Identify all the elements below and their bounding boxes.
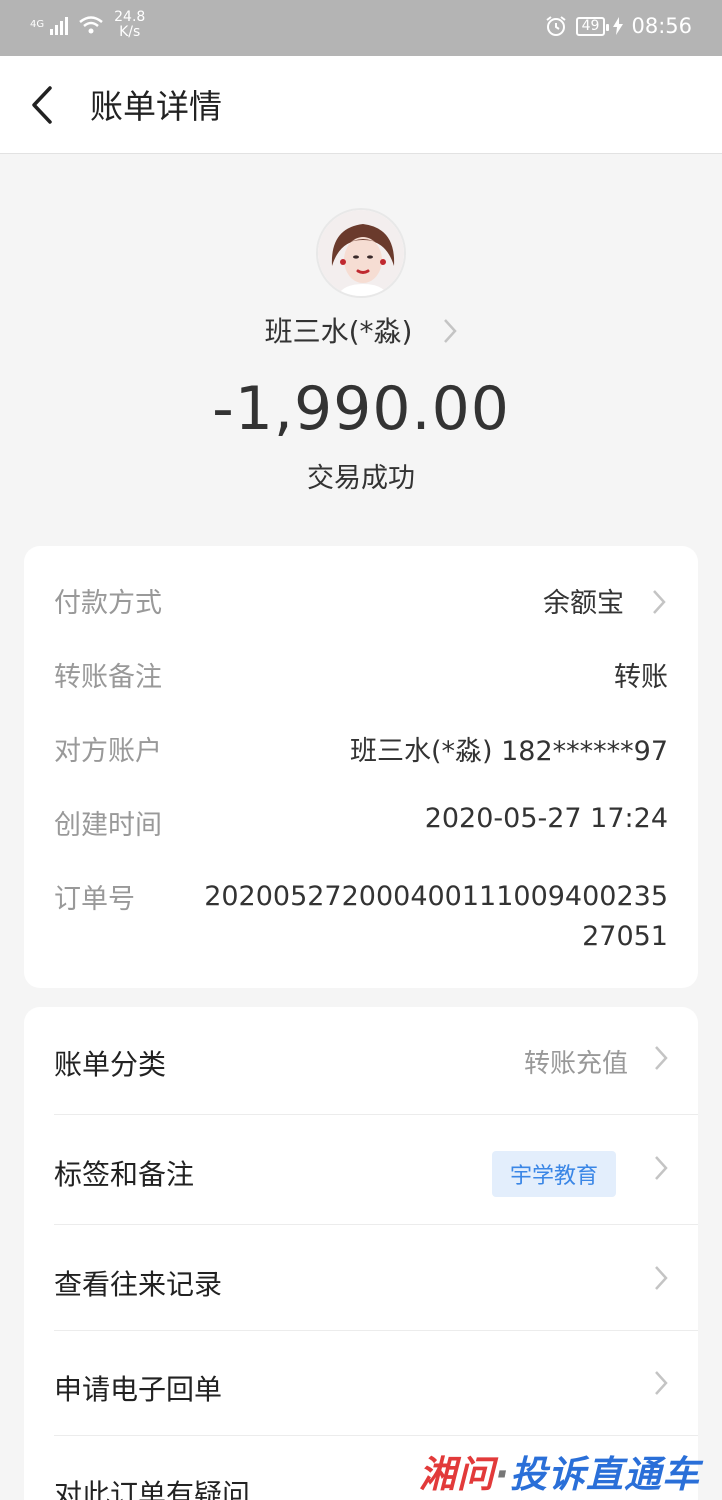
network-speed: 24.8 K/s — [114, 10, 145, 40]
tag-badge: 宇学教育 — [491, 1151, 616, 1197]
payee-name-link[interactable]: 班三水(*淼) — [0, 310, 722, 350]
created-time-label: 创建时间 — [54, 810, 162, 841]
alarm-icon — [546, 16, 566, 36]
payee-avatar[interactable] — [316, 208, 406, 298]
speed-unit: K/s — [119, 24, 141, 40]
chevron-right-icon — [653, 590, 666, 614]
status-bar-right: 49 08:56 — [544, 14, 692, 38]
watermark-part1: 湘问 — [418, 1453, 495, 1496]
created-time-value: 2020-05-27 17:24 — [424, 803, 668, 834]
status-bar-left: 4G 24.8 K/s — [30, 10, 145, 40]
order-number-label: 订单号 — [54, 884, 135, 915]
watermark-logo: 湘问·投诉直通车 — [419, 1444, 700, 1498]
chevron-right-icon — [655, 1266, 668, 1290]
order-number-value: 20200527200040011100940023527051 — [204, 881, 668, 952]
wifi-icon — [79, 16, 103, 34]
watermark-separator: · — [494, 1453, 510, 1496]
tags-notes-item[interactable]: 标签和备注 宇学教育 — [54, 1117, 698, 1225]
bill-actions-card: 账单分类 转账充值 标签和备注 宇学教育 查看往来记录 申请电子回单 对此订单有… — [24, 1007, 698, 1500]
bill-category-item[interactable]: 账单分类 转账充值 — [54, 1007, 698, 1115]
bill-category-value: 转账充值 — [523, 1049, 628, 1079]
signal-icon — [50, 17, 69, 35]
electronic-receipt-item[interactable]: 申请电子回单 — [54, 1332, 698, 1436]
avatar-image — [318, 210, 404, 296]
payment-method-label: 付款方式 — [54, 588, 162, 619]
watermark-part2: 投诉直通车 — [510, 1453, 700, 1496]
navigation-header: 账单详情 — [0, 56, 722, 154]
payee-name: 班三水(*淼) — [264, 315, 413, 348]
network-type: 4G — [30, 19, 45, 30]
payment-method-value: 余额宝 — [543, 588, 624, 619]
status-bar: 4G 24.8 K/s 49 08:56 — [0, 0, 722, 56]
chevron-right-icon — [655, 1046, 668, 1070]
charging-icon — [613, 17, 624, 35]
tags-notes-label: 标签和备注 — [54, 1158, 195, 1191]
bill-category-label: 账单分类 — [54, 1048, 167, 1081]
battery-indicator: 49 — [575, 16, 610, 36]
speed-value: 24.8 — [114, 9, 146, 25]
electronic-receipt-label: 申请电子回单 — [54, 1373, 223, 1406]
counterparty-account-label: 对方账户 — [54, 736, 162, 767]
order-dispute-label: 对此订单有疑问 — [54, 1478, 251, 1500]
transaction-status: 交易成功 — [307, 463, 415, 494]
transaction-details-card: 付款方式 余额宝 转账备注 转账 对方账户 班三水(*淼) 182******9… — [24, 546, 698, 988]
chevron-right-icon — [655, 1371, 668, 1395]
transfer-note-label: 转账备注 — [54, 662, 162, 693]
transaction-history-item[interactable]: 查看往来记录 — [54, 1227, 698, 1331]
chevron-right-icon — [655, 1156, 668, 1180]
clock: 08:56 — [631, 14, 692, 38]
counterparty-account-value: 班三水(*淼) 182******97 — [349, 736, 668, 767]
transfer-note-value: 转账 — [614, 662, 668, 693]
transaction-amount: -1,990.00 — [212, 374, 510, 444]
back-arrow-icon[interactable] — [28, 84, 64, 126]
chevron-right-icon — [444, 319, 458, 343]
page-title: 账单详情 — [90, 87, 222, 126]
transaction-history-label: 查看往来记录 — [54, 1268, 223, 1301]
